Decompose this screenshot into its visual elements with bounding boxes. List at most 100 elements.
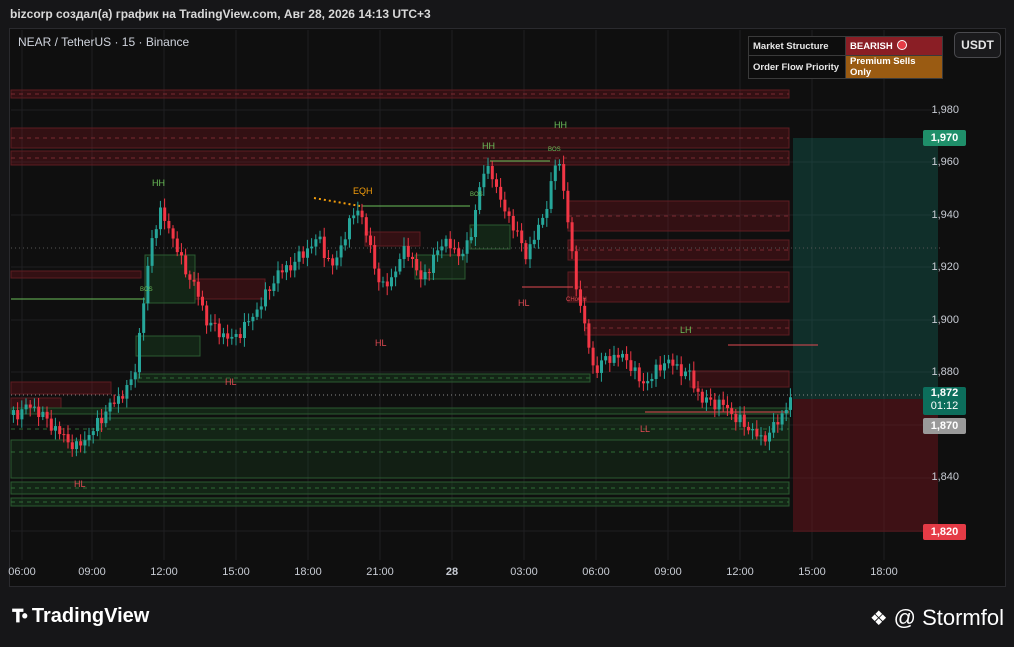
candle-body (297, 251, 301, 262)
label-lh: LH (680, 325, 692, 335)
candle-body (310, 246, 314, 249)
candle-body (675, 364, 679, 366)
candle-body (264, 289, 267, 307)
candle-body (28, 404, 32, 408)
candle-body (478, 187, 482, 210)
candle-body (469, 237, 473, 241)
candle-body (700, 391, 704, 403)
candle-body (217, 323, 221, 338)
candle-body (146, 265, 150, 304)
candle-body (604, 356, 608, 361)
label-ll: LL (640, 424, 650, 434)
candle-body (37, 406, 41, 417)
time-tick: 21:00 (366, 566, 394, 578)
candle-body (306, 248, 309, 258)
candle-body (768, 432, 771, 442)
candle-body (385, 281, 389, 287)
candle-body (776, 422, 780, 425)
candle-body (545, 208, 549, 218)
candle-body (482, 173, 486, 188)
symbol-title[interactable]: NEAR / TetherUS · 15 · Binance (18, 35, 189, 49)
supply-zone (10, 127, 790, 149)
candle-body (427, 272, 431, 274)
candle-body (734, 413, 738, 423)
candle-body (616, 354, 620, 358)
candle-body (100, 417, 104, 424)
candle-body (742, 414, 746, 427)
stop-price-tag: 1,820 (923, 524, 966, 540)
candle-body (83, 440, 87, 446)
brand-name: TradingView (31, 605, 150, 627)
candle-body (41, 411, 45, 417)
candle-body (524, 243, 528, 260)
candle-body (49, 418, 53, 431)
label-bos: BOS (470, 192, 483, 198)
candle-body (646, 381, 650, 384)
candle-body (448, 238, 452, 249)
market-structure-value: BEARISH (845, 36, 943, 56)
candle-body (688, 370, 692, 372)
tradingview-logo[interactable]: 𝐓• TradingView (12, 605, 149, 628)
candle-body (373, 245, 377, 269)
candle-body (696, 388, 700, 392)
time-tick: 18:00 (294, 566, 322, 578)
candle-body (654, 364, 658, 379)
candle-body (692, 370, 696, 389)
candle-body (574, 251, 578, 290)
price-tick: 1,980 (931, 104, 959, 116)
candle-body (272, 283, 276, 291)
candle-body (352, 215, 356, 219)
demand-zone (10, 481, 790, 495)
candle-body (142, 303, 146, 333)
candle-body (209, 322, 213, 326)
candle-body (377, 268, 381, 283)
candle-body (625, 353, 629, 361)
candle-body (595, 365, 599, 373)
candle-body (633, 367, 637, 371)
candle-body (541, 217, 545, 225)
candle-body (348, 218, 351, 240)
candle-body (285, 265, 288, 273)
candle-body (104, 411, 108, 424)
candle-body (747, 426, 750, 431)
demand-zone (10, 439, 790, 479)
currency-button[interactable]: USDT (954, 32, 1001, 58)
candle-body (62, 434, 66, 436)
time-tick: 06:00 (8, 566, 36, 578)
price-tick: 1,900 (931, 314, 959, 326)
last-price-tag: 1,870 (923, 418, 966, 434)
candle-body (474, 209, 477, 238)
candle-body (507, 211, 511, 216)
candle-body (159, 207, 162, 230)
candle-body (238, 334, 242, 339)
demand-zone (10, 407, 790, 415)
candle-body (612, 354, 616, 363)
label-choch: CHoCH (566, 297, 587, 303)
label-eqh: EQH (353, 186, 373, 196)
candle-body (503, 199, 507, 212)
label-bos: BOS (548, 147, 561, 153)
time-tick: 18:00 (870, 566, 898, 578)
order-flow-value: Premium Sells Only (845, 55, 943, 79)
candle-body (759, 435, 763, 437)
author-credit[interactable]: ❖ @ Stormfol (870, 605, 1004, 631)
candle-body (415, 258, 419, 271)
candle-body (196, 281, 200, 297)
candle-body (16, 410, 20, 420)
candle-body (486, 166, 490, 174)
market-structure-label: Market Structure (748, 36, 846, 56)
time-tick: 12:00 (726, 566, 754, 578)
bearish-dot-icon (896, 40, 907, 50)
demand-zone (135, 335, 201, 357)
candle-body (637, 367, 641, 382)
chart-canvas[interactable]: HH HH HH EQH HL HL HL HL LL LH BOS BOS B… (0, 0, 1014, 647)
market-structure-table: Market Structure BEARISH Order Flow Prio… (748, 36, 943, 79)
candle-body (755, 428, 759, 437)
candle-body (730, 408, 734, 414)
label-hh: HH (554, 120, 567, 130)
candle-body (259, 306, 263, 310)
candle-body (171, 228, 175, 239)
candle-body (520, 230, 524, 244)
candle-body (154, 229, 158, 239)
candle-body (243, 321, 246, 339)
